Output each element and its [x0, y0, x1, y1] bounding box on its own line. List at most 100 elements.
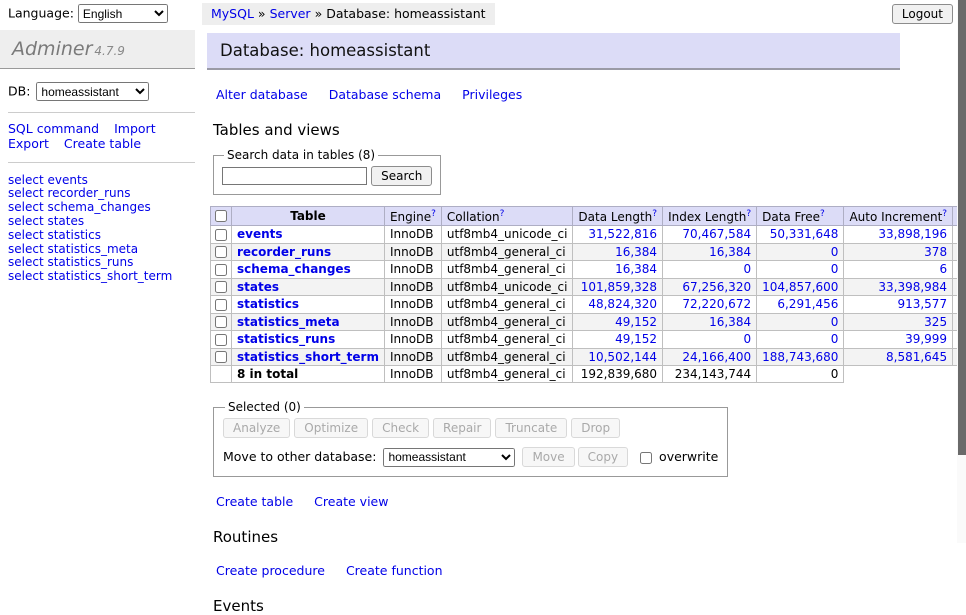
db-select[interactable]: homeassistant: [36, 82, 149, 101]
data-free-link[interactable]: 0: [831, 332, 839, 346]
row-checkbox[interactable]: [215, 299, 227, 311]
data-length-link[interactable]: 49,152: [615, 332, 657, 346]
column-help-link[interactable]: ?: [746, 209, 751, 219]
logout-button[interactable]: Logout: [892, 4, 953, 24]
data-length-link[interactable]: 49,152: [615, 315, 657, 329]
drop-button[interactable]: Drop: [571, 418, 620, 438]
link-alter-database[interactable]: Alter database: [216, 87, 308, 102]
scrollbar-thumb[interactable]: [958, 0, 966, 455]
table-name-link-states[interactable]: states: [237, 280, 279, 294]
sidebar-item-select-recorder-runs[interactable]: select recorder_runs: [8, 187, 187, 200]
row-checkbox[interactable]: [215, 334, 227, 346]
row-checkbox[interactable]: [215, 316, 227, 328]
link-privileges[interactable]: Privileges: [462, 87, 522, 102]
index-length-link[interactable]: 0: [743, 332, 751, 346]
link-database-schema[interactable]: Database schema: [329, 87, 441, 102]
data-free-link[interactable]: 0: [831, 245, 839, 259]
check-button[interactable]: Check: [372, 418, 429, 438]
data-free-link[interactable]: 104,857,600: [762, 280, 838, 294]
data-free-link[interactable]: 0: [831, 262, 839, 276]
data-length-link[interactable]: 101,859,328: [581, 280, 657, 294]
column-label: Table: [290, 209, 326, 223]
sidebar-item-select-statistics-runs[interactable]: select statistics_runs: [8, 256, 187, 269]
data-free-link[interactable]: 50,331,648: [770, 227, 839, 241]
repair-button[interactable]: Repair: [433, 418, 491, 438]
analyze-button[interactable]: Analyze: [223, 418, 290, 438]
index-length-cell: 67,256,320: [663, 278, 757, 296]
index-length-link[interactable]: 16,384: [709, 315, 751, 329]
data-free-link[interactable]: 6,291,456: [777, 297, 838, 311]
index-length-link[interactable]: 67,256,320: [682, 280, 751, 294]
table-name-link-statistics-runs[interactable]: statistics_runs: [237, 332, 335, 346]
data-length-link[interactable]: 16,384: [615, 262, 657, 276]
column-help-link[interactable]: ?: [652, 209, 657, 219]
truncate-button[interactable]: Truncate: [495, 418, 567, 438]
auto-increment-link[interactable]: 33,898,196: [878, 227, 947, 241]
breadcrumb-link-server[interactable]: Server: [270, 6, 311, 21]
data-free-link[interactable]: 188,743,680: [762, 350, 838, 364]
table-name-link-statistics[interactable]: statistics: [237, 297, 299, 311]
index-length-link[interactable]: 24,166,400: [682, 350, 751, 364]
data-length-link[interactable]: 48,824,320: [588, 297, 657, 311]
total-row: 8 in total InnoDB utf8mb4_general_ci 192…: [211, 366, 966, 383]
table-name-link-events[interactable]: events: [237, 227, 283, 241]
optimize-button[interactable]: Optimize: [294, 418, 368, 438]
data-length-link[interactable]: 10,502,144: [588, 350, 657, 364]
sidebar-link-export[interactable]: Export: [8, 136, 49, 151]
link-create-function[interactable]: Create function: [346, 563, 443, 578]
move-button[interactable]: Move: [522, 447, 574, 467]
data-free-link[interactable]: 0: [831, 315, 839, 329]
auto-increment-link[interactable]: 913,577: [897, 297, 947, 311]
overwrite-checkbox[interactable]: [640, 452, 652, 464]
table-name-link-statistics-meta[interactable]: statistics_meta: [237, 315, 340, 329]
sidebar-link-create-table[interactable]: Create table: [64, 136, 141, 151]
sidebar-link-sql-command[interactable]: SQL command: [8, 121, 99, 136]
row-checkbox[interactable]: [215, 264, 227, 276]
sidebar-item-select-statistics-short-term[interactable]: select statistics_short_term: [8, 270, 187, 283]
table-name-link-schema-changes[interactable]: schema_changes: [237, 262, 351, 276]
index-length-link[interactable]: 72,220,672: [682, 297, 751, 311]
select-all-checkbox[interactable]: [215, 210, 227, 222]
row-checkbox[interactable]: [215, 351, 227, 363]
row-checkbox[interactable]: [215, 281, 227, 293]
auto-increment-link[interactable]: 8,581,645: [886, 350, 947, 364]
collation-cell: utf8mb4_general_ci: [441, 313, 573, 331]
copy-button[interactable]: Copy: [578, 447, 628, 467]
breadcrumb-link-mysql[interactable]: MySQL: [211, 6, 254, 21]
scrollbar[interactable]: [957, 0, 966, 543]
index-length-link[interactable]: 0: [743, 262, 751, 276]
sidebar-item-select-states[interactable]: select states: [8, 215, 187, 228]
table-name-link-recorder-runs[interactable]: recorder_runs: [237, 245, 331, 259]
collation-cell: utf8mb4_general_ci: [441, 331, 573, 349]
auto-increment-link[interactable]: 325: [924, 315, 947, 329]
auto-increment-link[interactable]: 378: [924, 245, 947, 259]
total-checkbox-cell: [211, 366, 232, 383]
auto-increment-link[interactable]: 6: [939, 262, 947, 276]
link-create-view[interactable]: Create view: [314, 494, 388, 509]
data-length-link[interactable]: 31,522,816: [588, 227, 657, 241]
sidebar-item-select-statistics-meta[interactable]: select statistics_meta: [8, 243, 187, 256]
column-help-link[interactable]: ?: [431, 209, 436, 219]
link-create-procedure[interactable]: Create procedure: [216, 563, 325, 578]
row-checkbox[interactable]: [215, 229, 227, 241]
column-help-link[interactable]: ?: [942, 209, 947, 219]
auto-increment-link[interactable]: 39,999: [905, 332, 947, 346]
search-input[interactable]: [222, 167, 367, 185]
auto-increment-link[interactable]: 33,398,984: [878, 280, 947, 294]
sidebar-link-import[interactable]: Import: [114, 121, 156, 136]
index-length-link[interactable]: 16,384: [709, 245, 751, 259]
search-button[interactable]: Search: [371, 166, 432, 186]
sidebar-item-select-events[interactable]: select events: [8, 174, 187, 187]
column-header-data-free: Data Free?: [757, 207, 844, 226]
sidebar-item-select-schema-changes[interactable]: select schema_changes: [8, 201, 187, 214]
link-create-table[interactable]: Create table: [216, 494, 293, 509]
index-length-link[interactable]: 70,467,584: [682, 227, 751, 241]
row-checkbox[interactable]: [215, 246, 227, 258]
move-db-select[interactable]: homeassistant: [383, 448, 515, 467]
sidebar-item-select-statistics[interactable]: select statistics: [8, 229, 187, 242]
column-help-link[interactable]: ?: [500, 209, 505, 219]
table-name-link-statistics-short-term[interactable]: statistics_short_term: [237, 350, 379, 364]
language-select[interactable]: English: [78, 4, 168, 23]
data-length-link[interactable]: 16,384: [615, 245, 657, 259]
column-help-link[interactable]: ?: [820, 209, 825, 219]
